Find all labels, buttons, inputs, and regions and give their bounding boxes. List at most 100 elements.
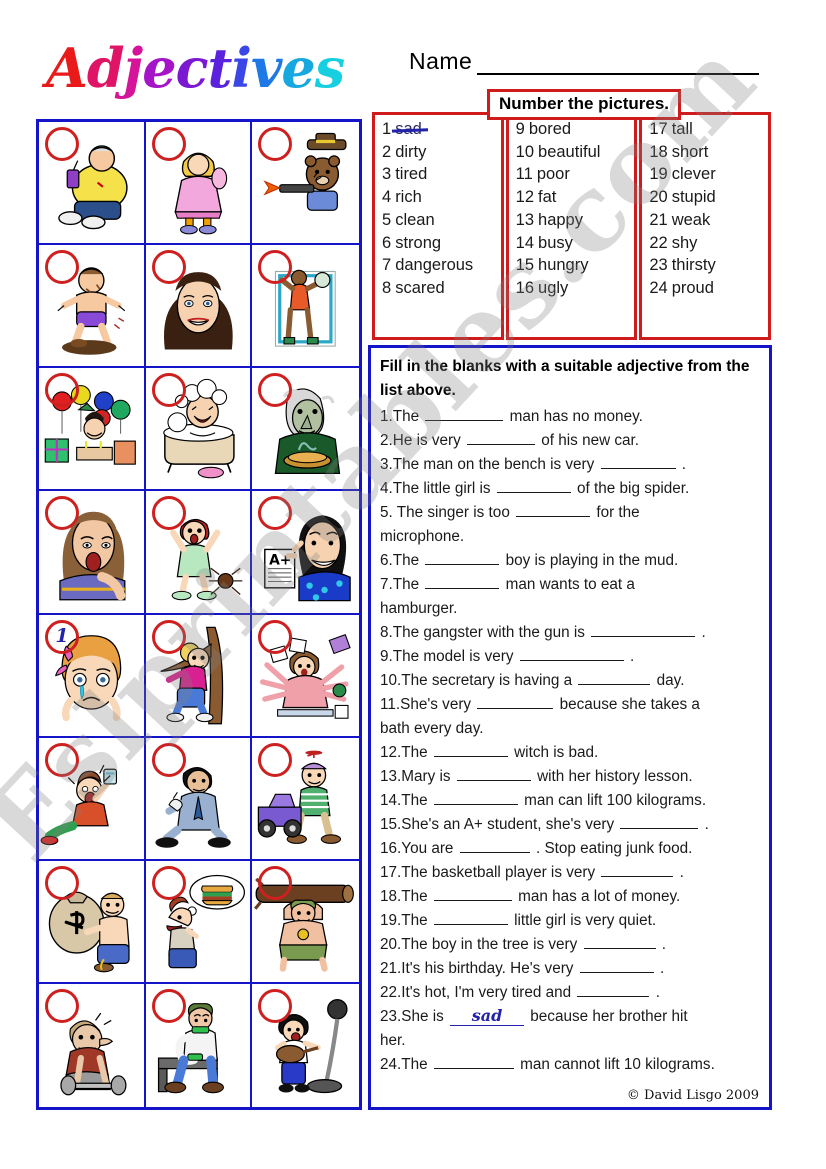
picture-cell-strong-man-log[interactable]: [252, 860, 359, 984]
number-circle[interactable]: [151, 250, 186, 285]
word-list-item-23[interactable]: 23 thirsty: [649, 254, 764, 277]
question-text: The little girl is: [392, 480, 495, 498]
word-list-item-7[interactable]: 7 dangerous: [382, 254, 497, 277]
picture-cell-beautiful-model[interactable]: [145, 245, 253, 369]
number-circle[interactable]: 1: [45, 619, 79, 654]
picture-cell-tired-man-bench[interactable]: [145, 983, 253, 1107]
word-list-item-1[interactable]: 1 sad: [382, 118, 497, 141]
word-list-item-14[interactable]: 14 busy: [516, 231, 631, 254]
answer-blank[interactable]: [583, 935, 656, 950]
word-list-word: dirty: [395, 142, 427, 161]
answer-blank[interactable]: [477, 695, 554, 710]
number-circle[interactable]: [151, 742, 186, 777]
word-list-item-3[interactable]: 3 tired: [382, 163, 497, 186]
number-circle[interactable]: [45, 250, 79, 285]
picture-cell-clever-student-aplus[interactable]: A+: [252, 491, 359, 615]
word-list-item-9[interactable]: 9 bored: [516, 118, 631, 141]
picture-cell-clean-bath[interactable]: [145, 368, 253, 492]
number-circle[interactable]: [151, 127, 186, 161]
word-list-item-18[interactable]: 18 short: [649, 141, 764, 164]
picture-cell-ugly-witch[interactable]: [252, 368, 359, 492]
number-circle[interactable]: [151, 865, 186, 900]
picture-cell-weak-man-dumbbell[interactable]: [39, 983, 146, 1107]
answer-blank[interactable]: [579, 959, 654, 974]
word-list-item-24[interactable]: 24 proud: [649, 277, 764, 300]
question-number: 17.: [380, 864, 402, 882]
word-list-number: 3: [382, 165, 392, 184]
answer-blank[interactable]: [433, 911, 508, 926]
number-circle[interactable]: [151, 496, 186, 531]
picture-cell-fat-man[interactable]: [39, 122, 146, 246]
word-list-item-19[interactable]: 19 clever: [649, 163, 764, 186]
question-text: The: [401, 1056, 432, 1074]
word-list-item-17[interactable]: 17 tall: [649, 118, 764, 141]
picture-cell-scared-girl-spider[interactable]: [145, 491, 253, 615]
picture-cell-proud-boy-car[interactable]: [252, 737, 359, 861]
word-list-item-16[interactable]: 16 ugly: [516, 277, 631, 300]
picture-cell-poor-man[interactable]: [145, 737, 253, 861]
word-list-item-5[interactable]: 5 clean: [382, 209, 497, 232]
answer-blank[interactable]: [519, 647, 624, 662]
picture-cell-busy-secretary[interactable]: [252, 614, 359, 738]
picture-cell-rich-money-bag[interactable]: [39, 860, 146, 984]
number-circle[interactable]: [45, 127, 79, 161]
picture-cell-dirty-boy-mud[interactable]: [39, 245, 146, 369]
word-list-item-20[interactable]: 20 stupid: [649, 186, 764, 209]
word-list-item-12[interactable]: 12 fat: [516, 186, 631, 209]
answer-blank[interactable]: [459, 839, 530, 854]
answer-blank[interactable]: [425, 575, 500, 590]
picture-cell-sad-crying-girl[interactable]: 1: [39, 614, 146, 738]
word-list-item-6[interactable]: 6 strong: [382, 231, 497, 254]
word-list-item-8[interactable]: 8 scared: [382, 277, 497, 300]
name-input[interactable]: [477, 55, 760, 75]
answer-blank-filled[interactable]: sad: [450, 1008, 525, 1027]
answer-blank[interactable]: [425, 407, 504, 422]
picture-cell-stupid-boy-tree[interactable]: [145, 614, 253, 738]
word-list-item-11[interactable]: 11 poor: [516, 163, 631, 186]
answer-blank[interactable]: [601, 863, 674, 878]
answer-blank[interactable]: [467, 431, 536, 446]
number-circle[interactable]: [45, 865, 79, 900]
picture-cell-thirsty-boy[interactable]: [39, 737, 146, 861]
number-circle[interactable]: [151, 619, 186, 654]
picture-cell-bored-woman[interactable]: [39, 491, 146, 615]
number-circle[interactable]: [151, 988, 186, 1023]
number-circle[interactable]: [258, 988, 293, 1023]
answer-blank[interactable]: [600, 455, 676, 470]
picture-cell-shy-girl[interactable]: [145, 122, 253, 246]
answer-blank[interactable]: [577, 983, 650, 998]
picture-cell-short-singer-mic[interactable]: [252, 983, 359, 1107]
number-circle[interactable]: [45, 988, 79, 1023]
number-circle[interactable]: [45, 742, 79, 777]
title-letter-2: j: [123, 36, 144, 100]
number-circle[interactable]: [258, 742, 293, 777]
answer-blank[interactable]: [433, 1055, 514, 1070]
picture-cell-hungry-man-hamburger[interactable]: [145, 860, 253, 984]
word-list-item-22[interactable]: 22 shy: [649, 231, 764, 254]
question-text: microphone.: [380, 528, 465, 546]
number-circle[interactable]: [151, 373, 186, 408]
answer-blank[interactable]: [433, 791, 518, 806]
word-list-item-15[interactable]: 15 hungry: [516, 254, 631, 277]
picture-cell-tall-basketball-player[interactable]: [252, 245, 359, 369]
answer-blank[interactable]: [578, 671, 651, 686]
picture-cell-dangerous-gangster-bear[interactable]: [252, 122, 359, 246]
answer-blank[interactable]: [620, 815, 699, 830]
word-list-item-10[interactable]: 10 beautiful: [516, 141, 631, 164]
picture-cell-happy-birthday-boy[interactable]: [39, 368, 146, 492]
word-list-item-13[interactable]: 13 happy: [516, 209, 631, 232]
answer-blank[interactable]: [425, 551, 500, 566]
word-list-item-2[interactable]: 2 dirty: [382, 141, 497, 164]
question-text: She is: [401, 1008, 449, 1026]
word-list-item-4[interactable]: 4 rich: [382, 186, 497, 209]
number-circle[interactable]: [258, 619, 293, 654]
number-circle[interactable]: [258, 865, 293, 900]
answer-blank[interactable]: [496, 479, 571, 494]
answer-blank[interactable]: [516, 503, 591, 518]
answer-blank[interactable]: [433, 743, 508, 758]
answer-blank[interactable]: [591, 623, 696, 638]
number-circle[interactable]: [45, 373, 79, 408]
word-list-item-21[interactable]: 21 weak: [649, 209, 764, 232]
answer-blank[interactable]: [433, 887, 512, 902]
answer-blank[interactable]: [456, 767, 531, 782]
